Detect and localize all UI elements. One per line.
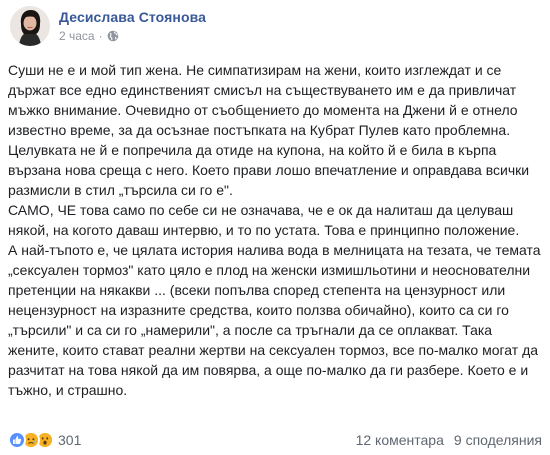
avatar-image [10,6,50,46]
author-name[interactable]: Десислава Стоянова [59,8,206,26]
separator-dot: · [98,29,103,43]
post-body: Суши не е и мой тип жена. Не симпатизира… [8,60,544,400]
post-header: Десислава Стоянова 2 часа · [10,4,206,48]
post-paragraph: Суши не е и мой тип жена. Не симпатизира… [8,62,530,198]
globe-icon[interactable] [107,30,119,42]
reactions-summary[interactable]: 301 [8,431,81,449]
reaction-count[interactable]: 301 [58,432,81,448]
post-paragraph: А най-тъпото е, че цялата история налива… [8,242,541,398]
post-timestamp[interactable]: 2 часа [59,28,95,44]
like-icon [8,431,26,449]
comments-count[interactable]: 12 коментара [356,432,444,448]
post-paragraph: САМО, ЧЕ това само по себе си не означав… [8,202,520,238]
post-footer: 301 12 коментара 9 споделяния [8,430,542,450]
avatar[interactable] [10,6,50,46]
shares-count[interactable]: 9 споделяния [454,432,542,448]
